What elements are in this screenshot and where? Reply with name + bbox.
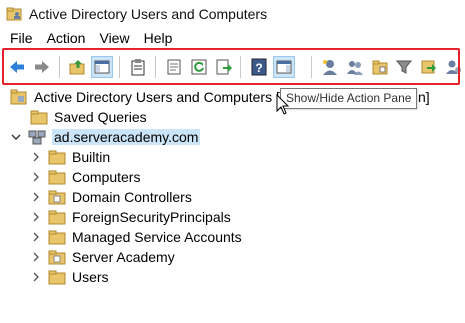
folder-icon: [48, 150, 66, 165]
create-ou-button[interactable]: [369, 56, 391, 78]
back-button[interactable]: [6, 56, 28, 78]
tree-item-label: Server Academy: [72, 249, 175, 265]
tree-item-managed-service-accounts[interactable]: Managed Service Accounts: [30, 227, 242, 247]
create-group-button[interactable]: [344, 56, 366, 78]
svg-text:?: ?: [256, 61, 263, 75]
tree-root[interactable]: Active Directory Users and Computers [sa…: [10, 87, 302, 107]
refresh-icon: [191, 59, 207, 75]
organizational-unit-icon: [48, 250, 66, 265]
delegate-icon: [446, 60, 462, 74]
title-bar: Active Directory Users and Computers: [0, 0, 465, 28]
tree-item-computers[interactable]: Computers: [30, 167, 140, 187]
tree-root-label: Active Directory Users and Computers [sa…: [34, 89, 303, 105]
tree-item-server-academy[interactable]: Server Academy: [30, 247, 175, 267]
toolbar-separator: [58, 56, 60, 78]
tree-item-saved-queries[interactable]: Saved Queries: [30, 107, 147, 127]
tree-item-domain-controllers[interactable]: Domain Controllers: [30, 187, 192, 207]
tree-root-label-suffix-row: n]: [418, 87, 430, 107]
properties-icon: [167, 59, 181, 75]
chevron-right-icon[interactable]: [30, 271, 42, 283]
menu-help[interactable]: Help: [137, 28, 180, 48]
add-to-group-icon: [421, 60, 437, 74]
domain-icon: [28, 130, 46, 145]
up-one-level-button[interactable]: [67, 56, 89, 78]
toolbar-separator: [155, 56, 157, 78]
toolbar: ?: [0, 48, 465, 86]
action-pane-icon: [276, 60, 292, 74]
console-tree-icon: [94, 60, 110, 74]
folder-icon: [30, 110, 48, 125]
show-hide-action-pane-button[interactable]: [273, 56, 296, 78]
console-tree: Active Directory Users and Computers [sa…: [0, 87, 465, 323]
tree-item-label: Computers: [72, 169, 141, 185]
forward-button[interactable]: [31, 56, 53, 78]
tree-item-label: Saved Queries: [54, 109, 147, 125]
menu-view[interactable]: View: [92, 28, 136, 48]
filter-icon: [396, 60, 413, 74]
toolbar-separator: [311, 56, 313, 78]
help-button[interactable]: ?: [248, 56, 270, 78]
active-directory-root-icon: [10, 89, 27, 105]
export-icon: [216, 59, 232, 75]
create-user-button[interactable]: [319, 56, 341, 78]
show-hide-console-tree-button[interactable]: [91, 56, 114, 78]
chevron-right-icon[interactable]: [30, 231, 42, 243]
chevron-right-icon[interactable]: [30, 191, 42, 203]
folder-icon: [48, 210, 66, 225]
add-to-group-button[interactable]: [418, 56, 440, 78]
export-list-button[interactable]: [213, 56, 235, 78]
mouse-cursor-icon: [276, 94, 290, 115]
active-directory-app-icon: [6, 7, 22, 21]
tree-item-users[interactable]: Users: [30, 267, 109, 287]
chevron-down-icon[interactable]: [10, 131, 22, 143]
refresh-button[interactable]: [188, 56, 210, 78]
tree-item-builtin[interactable]: Builtin: [30, 147, 110, 167]
tree-item-label: Managed Service Accounts: [72, 229, 242, 245]
chevron-right-icon[interactable]: [30, 171, 42, 183]
forward-arrow-icon: [34, 61, 49, 73]
chevron-right-icon[interactable]: [30, 211, 42, 223]
tree-root-label-suffix: n]: [418, 89, 430, 105]
tree-item-domain[interactable]: ad.serveracademy.com: [10, 127, 201, 147]
new-group-icon: [346, 61, 363, 75]
tree-item-label: Builtin: [72, 149, 111, 165]
tree-item-label: ForeignSecurityPrincipals: [72, 209, 231, 225]
toolbar-separator: [119, 56, 121, 78]
new-ou-icon: [372, 60, 388, 75]
tree-item-label: ad.serveracademy.com: [52, 129, 201, 145]
tooltip: Show/Hide Action Pane: [280, 88, 418, 109]
menu-bar: File Action View Help: [0, 28, 465, 48]
clipboard-icon: [131, 59, 145, 76]
properties-button[interactable]: [163, 56, 185, 78]
copy-button[interactable]: [127, 56, 149, 78]
folder-icon: [48, 270, 66, 285]
folder-up-icon: [69, 60, 85, 75]
window-title: Active Directory Users and Computers: [29, 6, 268, 22]
back-arrow-icon: [9, 61, 24, 73]
tree-item-foreign-security-principals[interactable]: ForeignSecurityPrincipals: [30, 207, 231, 227]
delegate-control-button[interactable]: [443, 56, 465, 78]
folder-icon: [48, 170, 66, 185]
tree-item-label: Users: [72, 269, 109, 285]
chevron-right-icon[interactable]: [30, 151, 42, 163]
new-user-icon: [322, 60, 337, 75]
toolbar-separator: [240, 56, 242, 78]
help-icon: ?: [251, 58, 267, 76]
organizational-unit-icon: [48, 190, 66, 205]
menu-action[interactable]: Action: [40, 28, 93, 48]
folder-icon: [48, 230, 66, 245]
menu-file[interactable]: File: [0, 28, 40, 48]
chevron-right-icon[interactable]: [30, 251, 42, 263]
filter-button[interactable]: [394, 56, 416, 78]
tree-item-label: Domain Controllers: [72, 189, 192, 205]
